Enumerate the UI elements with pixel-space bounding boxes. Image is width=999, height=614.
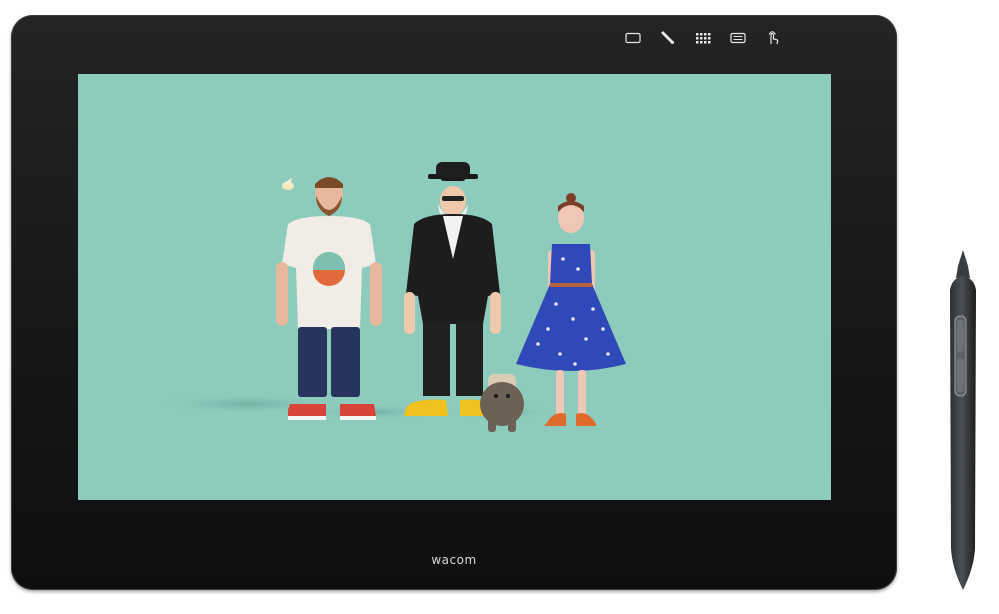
stylus-pen <box>944 248 984 593</box>
grid-icon <box>696 33 711 44</box>
bearded-man <box>276 177 382 420</box>
rectangle-icon <box>625 32 641 44</box>
onscreen-keyboard-button[interactable] <box>728 28 748 48</box>
bird <box>282 178 294 190</box>
pen-display-tablet: wacom <box>11 15 897 590</box>
express-key-bar <box>623 27 783 49</box>
pen-upper-button[interactable] <box>957 320 964 352</box>
woman-in-dress <box>516 193 626 426</box>
man-in-hat <box>404 162 501 416</box>
pen-tip <box>956 250 970 278</box>
character-illustration <box>153 162 626 432</box>
keyboard-icon <box>730 32 746 44</box>
touch-toggle-button[interactable] <box>763 28 783 48</box>
brand-logo: wacom <box>431 553 477 567</box>
display-toggle-button[interactable] <box>623 28 643 48</box>
touch-hand-icon <box>768 31 779 45</box>
keypad-button[interactable] <box>693 28 713 48</box>
pen-lower-button[interactable] <box>957 358 964 392</box>
display-screen <box>78 74 831 500</box>
dog <box>480 374 524 432</box>
wrench-icon <box>660 30 675 45</box>
settings-button[interactable] <box>658 28 678 48</box>
